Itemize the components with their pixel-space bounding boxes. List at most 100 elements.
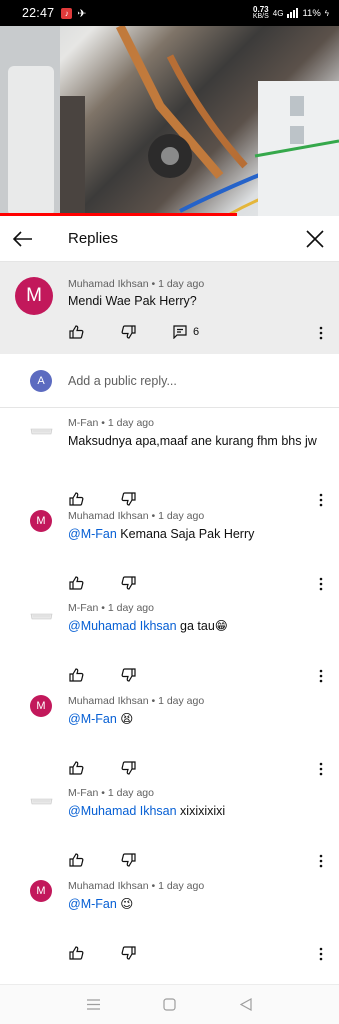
video-player[interactable] (0, 26, 339, 216)
reply-item: M Muhamad Ikhsan • 1 day ago @M-Fan Kemana… (0, 501, 339, 594)
more-options-button[interactable] (316, 760, 326, 778)
reply-item: M-Fan • 1 day ago @Muhamad Ikhsan ga tau😁 (0, 593, 339, 686)
comment-icon (173, 325, 187, 339)
replies-button[interactable] (171, 323, 189, 341)
comment-actions (67, 574, 137, 592)
channel-logo-icon (30, 798, 53, 805)
avatar[interactable]: M (30, 510, 52, 532)
comment-author[interactable]: M-Fan (68, 417, 98, 429)
add-reply-row[interactable]: A Add a public reply... (0, 354, 339, 408)
more-options-button[interactable] (316, 945, 326, 963)
mention-link[interactable]: @M-Fan (68, 897, 117, 911)
thumbs-down-icon (121, 761, 136, 775)
like-button[interactable] (67, 323, 85, 341)
replies-header: Replies (0, 216, 339, 262)
thumbs-down-icon (121, 576, 136, 590)
system-nav-bar (0, 984, 339, 1024)
thumbs-up-icon (68, 853, 83, 867)
dislike-button[interactable] (119, 851, 137, 869)
comment-time: 1 day ago (158, 880, 205, 892)
mention-link[interactable]: @M-Fan (68, 712, 117, 726)
avatar[interactable]: M (15, 277, 53, 315)
channel-logo-icon (30, 613, 53, 620)
nav-menu-button[interactable] (83, 995, 103, 1015)
nav-back-button[interactable] (236, 995, 256, 1015)
back-button[interactable] (10, 227, 36, 251)
menu-icon (86, 999, 100, 1010)
more-options-button[interactable] (316, 852, 326, 870)
mention-link[interactable]: @Muhamad Ikhsan (68, 619, 177, 633)
comment-text: @M-Fan 😫 (68, 712, 134, 726)
like-button[interactable] (67, 759, 85, 777)
close-button[interactable] (303, 227, 327, 251)
parent-comment: M Muhamad Ikhsan • 1 day ago Mendi Wae P… (0, 262, 339, 354)
square-icon (163, 998, 176, 1011)
comment-actions (67, 666, 137, 684)
avatar[interactable] (30, 607, 53, 620)
charging-icon: ϟ (324, 8, 329, 18)
dislike-button[interactable] (119, 666, 137, 684)
more-vert-icon (319, 326, 323, 340)
comment-text: Maksudnya apa,maaf ane kurang fhm bhs jw (68, 434, 317, 448)
reply-count: 6 (193, 326, 200, 338)
like-button[interactable] (67, 574, 85, 592)
thumbs-down-icon (121, 946, 136, 960)
comment-author[interactable]: M-Fan (68, 602, 98, 614)
avatar[interactable]: M (30, 695, 52, 717)
comment-time: 1 day ago (107, 417, 154, 429)
app-k-icon: ✈ (77, 7, 87, 20)
reply-item: M Muhamad Ikhsan • 1 day ago @M-Fan 😫 (0, 686, 339, 779)
thumbs-down-icon (121, 668, 136, 682)
battery-level: 11% (302, 7, 321, 19)
dislike-button[interactable] (119, 574, 137, 592)
more-options-button[interactable] (316, 324, 326, 342)
dislike-button[interactable] (119, 323, 137, 341)
like-button[interactable] (67, 666, 85, 684)
comment-meta: Muhamad Ikhsan • 1 day ago (68, 695, 205, 707)
thumbs-up-icon (68, 761, 83, 775)
mention-link[interactable]: @M-Fan (68, 527, 117, 541)
avatar[interactable]: M (30, 880, 52, 902)
thumbs-down-icon (121, 853, 136, 867)
signal-icon (287, 8, 299, 18)
triangle-back-icon (239, 998, 252, 1011)
comment-text: @M-Fan Kemana Saja Pak Herry (68, 527, 255, 541)
close-icon (306, 230, 324, 248)
avatar[interactable] (30, 792, 53, 805)
comment-author[interactable]: Muhamad Ikhsan (68, 695, 149, 707)
video-frame-image (0, 26, 339, 216)
comment-author[interactable]: Muhamad Ikhsan (68, 278, 149, 290)
dislike-button[interactable] (119, 759, 137, 777)
add-reply-input[interactable]: Add a public reply... (68, 374, 177, 388)
dislike-button[interactable] (119, 944, 137, 962)
comment-meta: Muhamad Ikhsan • 1 day ago (68, 278, 205, 290)
status-time: 22:47 (22, 6, 55, 20)
comment-meta: Muhamad Ikhsan • 1 day ago (68, 880, 205, 892)
comment-time: 1 day ago (158, 510, 205, 522)
like-button[interactable] (67, 944, 85, 962)
like-button[interactable] (67, 851, 85, 869)
more-options-button[interactable] (316, 667, 326, 685)
more-vert-icon (319, 854, 323, 868)
comment-author[interactable]: Muhamad Ikhsan (68, 510, 149, 522)
music-app-icon: ♪ (61, 7, 73, 19)
more-options-button[interactable] (316, 575, 326, 593)
avatar[interactable] (30, 422, 53, 435)
more-vert-icon (319, 669, 323, 683)
comment-text: @Muhamad Ikhsan xixixixixi (68, 804, 226, 818)
comment-meta: M-Fan • 1 day ago (68, 787, 154, 799)
comment-time: 1 day ago (107, 602, 154, 614)
nav-home-button[interactable] (159, 995, 179, 1015)
user-avatar: A (30, 370, 52, 392)
comment-text: @Muhamad Ikhsan ga tau😁 (68, 619, 228, 633)
network-speed: 0.73 KB/S (252, 5, 269, 21)
mention-link[interactable]: @Muhamad Ikhsan (68, 804, 177, 818)
thumbs-up-icon (68, 576, 83, 590)
network-type: 4G (272, 8, 284, 18)
comment-actions (67, 759, 137, 777)
comment-author[interactable]: Muhamad Ikhsan (68, 880, 149, 892)
comment-author[interactable]: M-Fan (68, 787, 98, 799)
comment-actions: 6 (67, 323, 199, 341)
reply-item: M-Fan • 1 day ago @Muhamad Ikhsan xixixix… (0, 778, 339, 871)
status-bar: 22:47 ♪ ✈ 0.73 KB/S 4G 11% ϟ (0, 0, 339, 26)
